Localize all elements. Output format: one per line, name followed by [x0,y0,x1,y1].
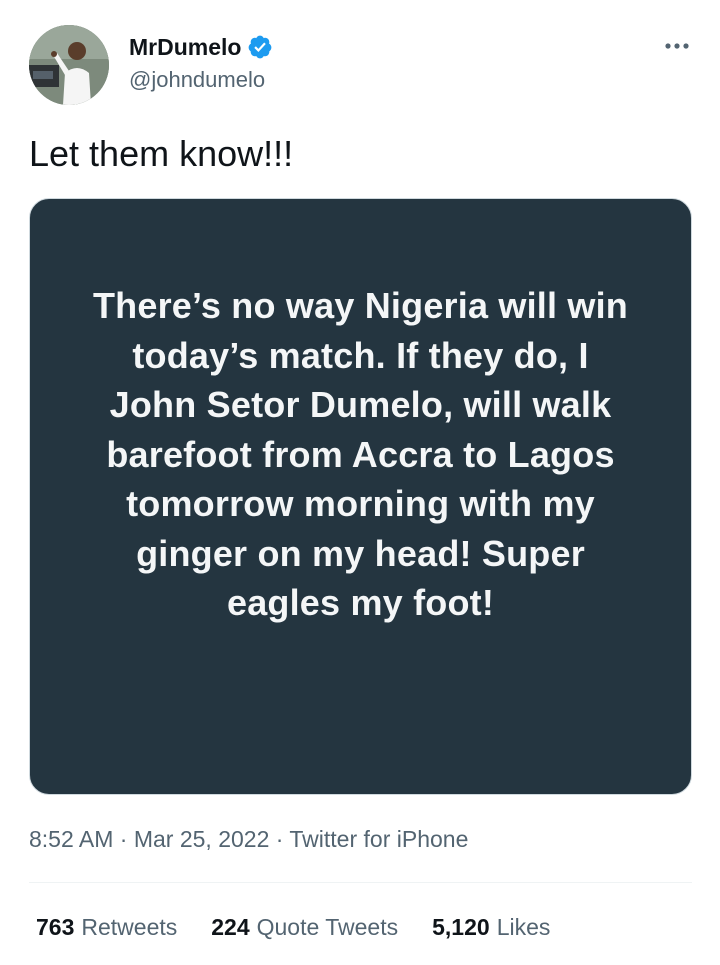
tweet-meta: 8:52 AM · Mar 25, 2022 · Twitter for iPh… [29,825,468,853]
image-text: There’s no way Nigeria will win today’s … [60,281,661,628]
avatar[interactable] [29,25,109,105]
quote-tweets-count: 224 [211,914,250,940]
verified-badge-icon [249,35,272,59]
meta-separator: · [113,826,134,852]
image-text-line: barefoot from Accra to Lagos [106,433,615,475]
tweet-text: Let them know!!! [29,133,294,174]
likes-label: Likes [496,914,551,940]
likes-count: 5,120 [432,914,490,940]
retweets-label: Retweets [81,914,178,940]
quote-tweets-stat[interactable]: 224 Quote Tweets [211,913,398,941]
tweet-time[interactable]: 8:52 AM [29,826,113,852]
image-text-line: tomorrow morning with my [126,483,595,524]
image-text-line: John Setor Dumelo, will walk [109,384,612,425]
image-text-line: today’s match. If they do, I [132,334,589,376]
tweet-source[interactable]: Twitter for iPhone [289,826,468,852]
meta-separator: · [269,826,290,852]
likes-stat[interactable]: 5,120 Likes [432,913,550,941]
retweets-stat[interactable]: 763 Retweets [36,913,177,941]
tweet-image[interactable]: There’s no way Nigeria will win today’s … [29,198,692,795]
quote-tweets-label: Quote Tweets [256,914,399,940]
divider [29,882,692,883]
author-name-row[interactable]: MrDumelo [129,33,273,61]
display-name[interactable]: MrDumelo [129,33,241,61]
avatar-photo-icon [29,25,109,105]
author-handle[interactable]: @johndumelo [129,66,265,94]
retweets-count: 763 [36,914,75,940]
tweet-date[interactable]: Mar 25, 2022 [134,826,270,852]
image-text-line: eagles my foot! [226,582,495,623]
engagement-stats: 763 Retweets 224 Quote Tweets 5,120 Likes [36,913,584,941]
image-text-line: ginger on my head! Super [136,532,585,574]
more-options-icon[interactable] [662,36,692,56]
image-text-line: There’s no way Nigeria will win [92,285,628,326]
